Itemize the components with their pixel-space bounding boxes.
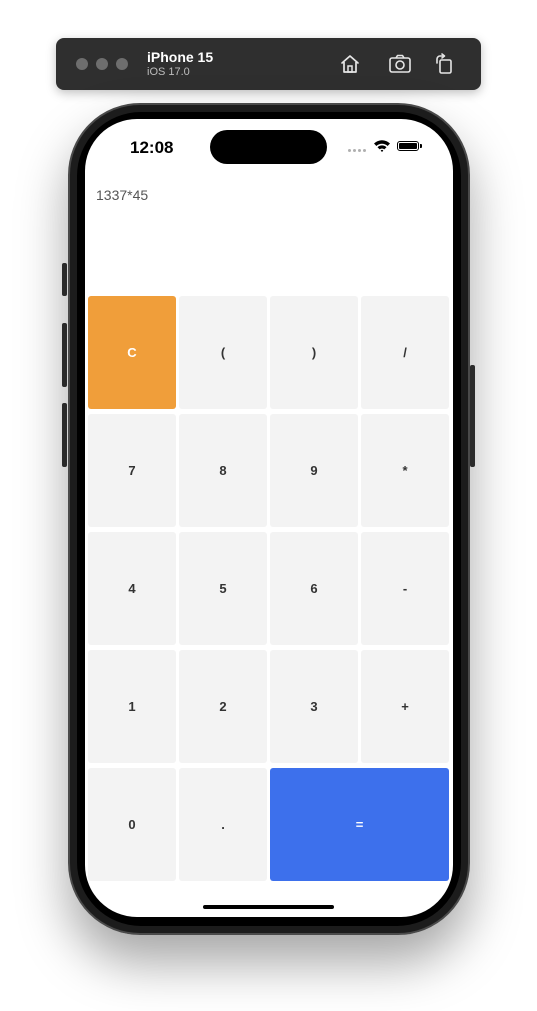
- expression-display: 1337*45: [96, 187, 149, 203]
- volume-up-button: [62, 323, 67, 387]
- equals-button[interactable]: =: [270, 768, 449, 881]
- rotate-icon[interactable]: [432, 52, 456, 76]
- window-close-dot[interactable]: [76, 58, 88, 70]
- window-minimize-dot[interactable]: [96, 58, 108, 70]
- device-name: iPhone 15: [147, 49, 214, 65]
- dynamic-island: [210, 130, 327, 164]
- divide-button[interactable]: /: [361, 296, 449, 409]
- window-zoom-dot[interactable]: [116, 58, 128, 70]
- minus-button[interactable]: -: [361, 532, 449, 645]
- wifi-icon: [373, 139, 391, 153]
- status-time: 12:08: [130, 138, 174, 157]
- digit-1-button[interactable]: 1: [88, 650, 176, 763]
- calculator-keypad: C ( ) / 7 8 9 * 4 5 6 - 1 2 3 + 0 . =: [88, 296, 450, 882]
- digit-4-button[interactable]: 4: [88, 532, 176, 645]
- digit-5-button[interactable]: 5: [179, 532, 267, 645]
- battery-cap: [420, 144, 422, 148]
- simulator-toolbar: iPhone 15 iOS 17.0: [56, 38, 481, 90]
- power-button: [470, 365, 475, 467]
- simulator-window: iPhone 15 iOS 17.0 12:08 1337*45 C () /…: [0, 0, 537, 1011]
- decimal-button[interactable]: .: [179, 768, 267, 881]
- volume-down-button: [62, 403, 67, 467]
- action-button: [62, 263, 67, 296]
- phone-screen: 12:08 1337*45 C ( ) / 7 8 9 * 4 5 6 - 1 …: [85, 119, 453, 917]
- open-paren-button[interactable]: (: [179, 296, 267, 409]
- digit-3-button[interactable]: 3: [270, 650, 358, 763]
- home-indicator[interactable]: [203, 905, 334, 909]
- plus-button[interactable]: +: [361, 650, 449, 763]
- screenshot-icon[interactable]: [388, 52, 412, 76]
- cellular-signal-icon: [348, 149, 366, 152]
- digit-6-button[interactable]: 6: [270, 532, 358, 645]
- digit-8-button[interactable]: 8: [179, 414, 267, 527]
- clear-button[interactable]: C: [88, 296, 176, 409]
- close-paren-button[interactable]: ): [270, 296, 358, 409]
- digit-9-button[interactable]: 9: [270, 414, 358, 527]
- digit-0-button[interactable]: 0: [88, 768, 176, 881]
- digit-7-button[interactable]: 7: [88, 414, 176, 527]
- multiply-button[interactable]: *: [361, 414, 449, 527]
- os-version: iOS 17.0: [147, 66, 190, 78]
- battery-icon: [397, 141, 419, 151]
- home-icon[interactable]: [338, 52, 362, 76]
- digit-2-button[interactable]: 2: [179, 650, 267, 763]
